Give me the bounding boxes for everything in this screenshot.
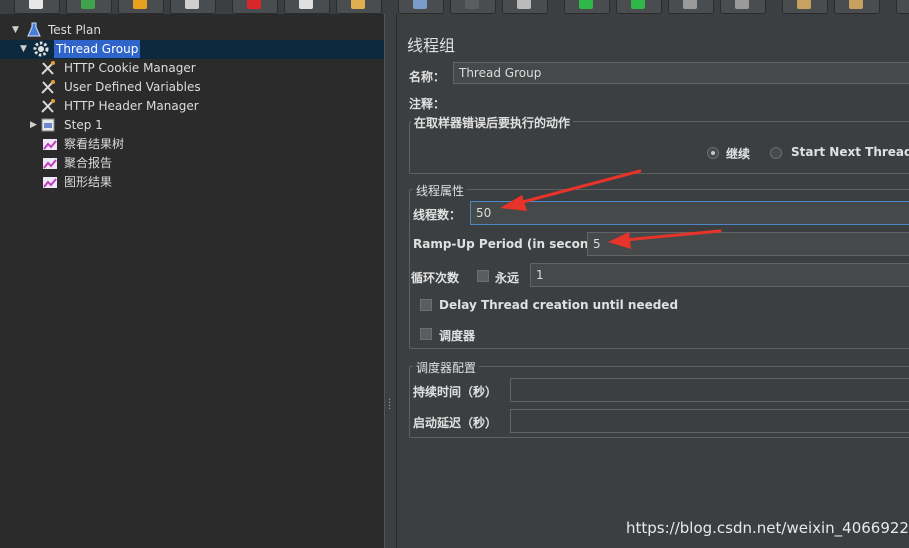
annotation-arrow-threads <box>500 169 642 211</box>
annotation-arrows <box>500 169 722 249</box>
watermark-text: https://blog.csdn.net/weixin_40669227 <box>626 519 909 537</box>
annotation-arrow-rampup <box>608 229 722 249</box>
